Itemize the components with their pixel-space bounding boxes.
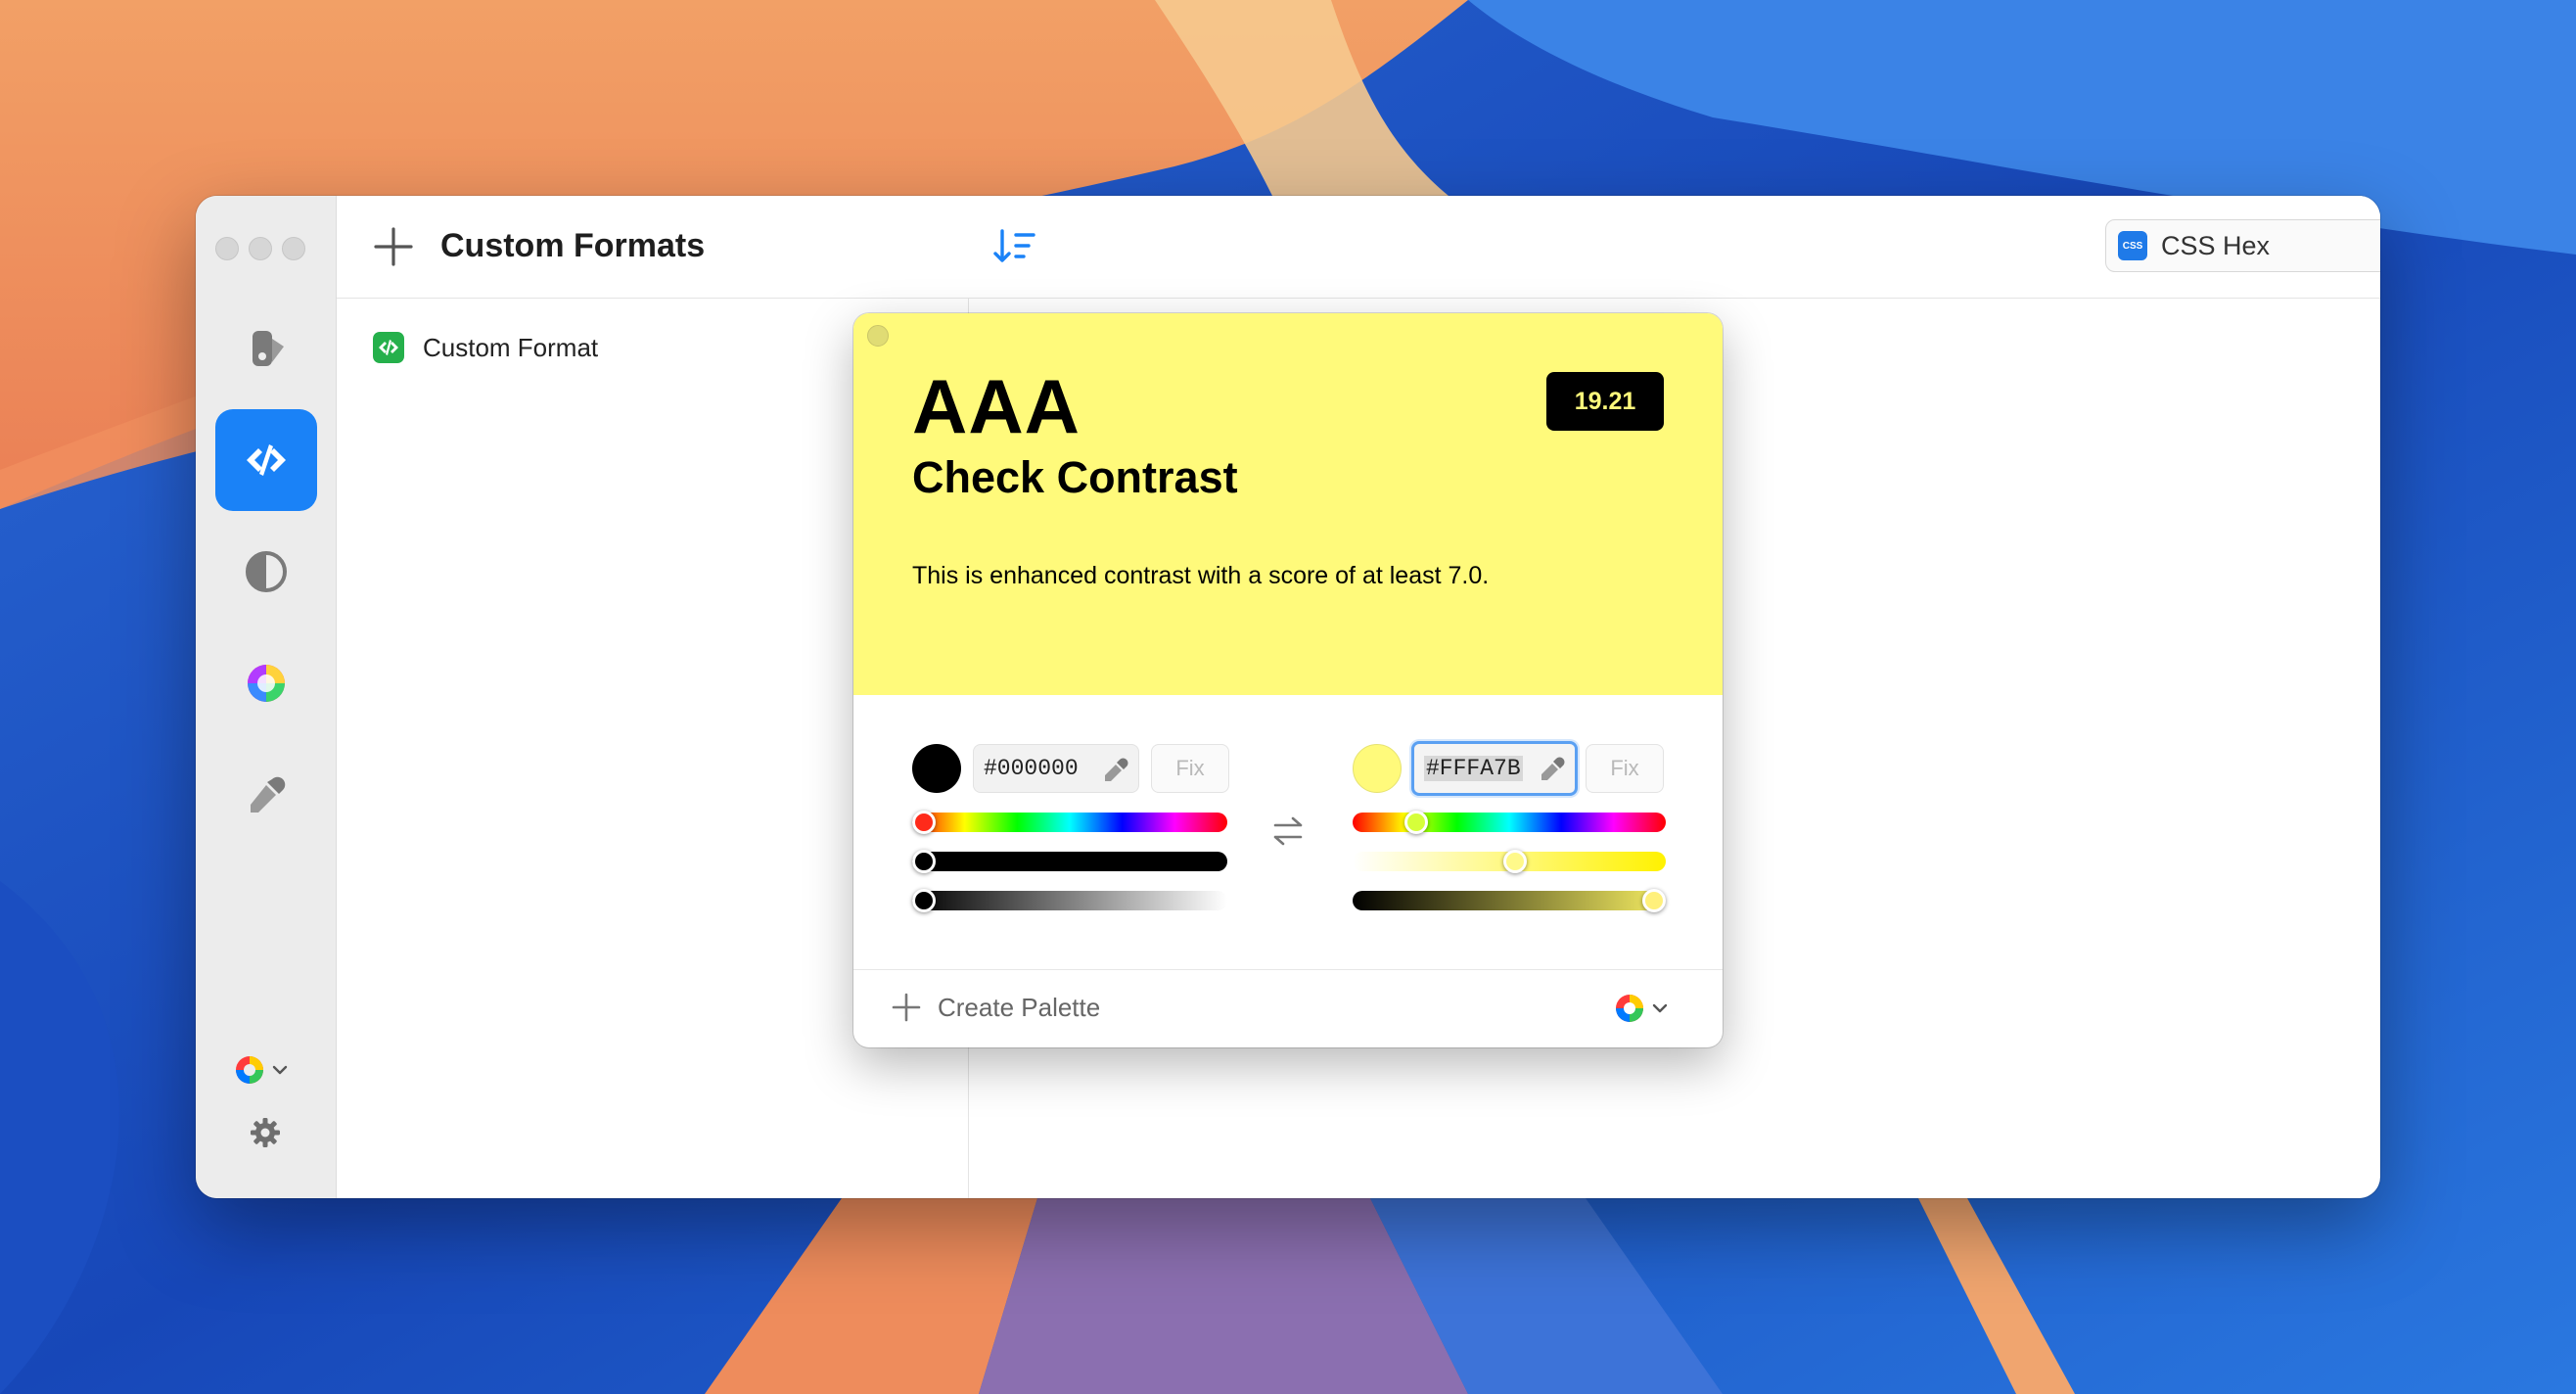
contrast-score-badge: 19.21 [1546, 372, 1664, 431]
eyedropper-icon[interactable] [1540, 756, 1565, 781]
sort-button[interactable] [992, 227, 1037, 266]
slider-thumb[interactable] [1642, 889, 1666, 912]
sidebar-item-custom-formats[interactable] [215, 409, 317, 511]
swap-colors-icon[interactable] [1269, 814, 1307, 848]
create-palette-button[interactable]: Create Palette [891, 992, 1100, 1023]
contrast-checker-icon [246, 551, 287, 592]
check-contrast-title: Check Contrast [912, 452, 1238, 502]
custom-formats-icon [247, 444, 286, 476]
popover-footer: Create Palette [853, 969, 1723, 1047]
gear-icon [251, 1118, 280, 1147]
slider-thumb[interactable] [1404, 811, 1429, 834]
contrast-description: This is enhanced contrast with a score o… [912, 562, 1490, 589]
background-swatch[interactable] [1353, 744, 1402, 793]
background-hue-slider[interactable] [1353, 811, 1666, 834]
settings-button[interactable] [249, 1116, 282, 1154]
chevron-down-icon [272, 1065, 288, 1075]
add-format-button[interactable] [372, 225, 415, 268]
foreground-brightness-slider[interactable] [912, 889, 1227, 912]
plus-icon [892, 993, 921, 1022]
sidebar-item-contrast-checker[interactable] [215, 521, 317, 623]
slider-thumb[interactable] [912, 889, 936, 912]
foreground-saturation-slider[interactable] [912, 850, 1227, 873]
sidebar-item-color-wheel[interactable] [215, 632, 317, 734]
list-item-label: Custom Format [423, 332, 599, 362]
custom-format-icon [373, 332, 404, 363]
sidebar [196, 196, 337, 1198]
sort-icon [993, 229, 1035, 262]
contrast-preview: AAA Check Contrast 19.21 This is enhance… [853, 313, 1723, 695]
background-fix-button[interactable]: Fix [1586, 744, 1664, 793]
slider-thumb[interactable] [1502, 850, 1527, 873]
eyedropper-icon [251, 776, 286, 813]
slider-thumb[interactable] [912, 850, 936, 873]
window-minimize-button[interactable] [249, 237, 272, 260]
chevron-down-icon [1652, 1003, 1668, 1013]
css-format-icon: CSS [2118, 231, 2147, 260]
palette-icon [236, 1056, 263, 1084]
palette-menu-button[interactable] [233, 1053, 290, 1087]
sidebar-item-contrast[interactable] [215, 298, 317, 399]
window-close-button[interactable] [215, 237, 239, 260]
contrast-sidebar-icon [253, 331, 284, 366]
background-saturation-slider[interactable] [1353, 850, 1666, 873]
window-zoom-button[interactable] [282, 237, 305, 260]
color-wheel-icon [248, 665, 285, 702]
foreground-hue-slider[interactable] [912, 811, 1227, 834]
slider-thumb[interactable] [912, 811, 936, 834]
contrast-rating: AAA [912, 363, 1081, 449]
background-hex-input[interactable]: #FFFA7B [1411, 741, 1578, 796]
foreground-swatch[interactable] [912, 744, 961, 793]
page-title: Custom Formats [440, 227, 706, 264]
plus-icon [374, 227, 413, 266]
contrast-popover: AAA Check Contrast 19.21 This is enhance… [853, 313, 1723, 1047]
palette-icon [1616, 995, 1643, 1022]
background-brightness-slider[interactable] [1353, 889, 1666, 912]
foreground-hex-input[interactable]: #000000 [973, 744, 1139, 793]
format-select[interactable]: CSS CSS Hex [2105, 219, 2380, 272]
popover-close-button[interactable] [867, 325, 889, 347]
list-item[interactable]: Custom Format [373, 332, 598, 363]
eyedropper-icon[interactable] [1103, 757, 1128, 782]
toolbar: Custom Formats CSS CSS Hex [337, 196, 2380, 299]
foreground-fix-button[interactable]: Fix [1151, 744, 1229, 793]
format-select-value: CSS Hex [2161, 230, 2271, 260]
palette-menu-button[interactable] [1613, 992, 1670, 1025]
sidebar-item-eyedropper[interactable] [215, 744, 317, 846]
